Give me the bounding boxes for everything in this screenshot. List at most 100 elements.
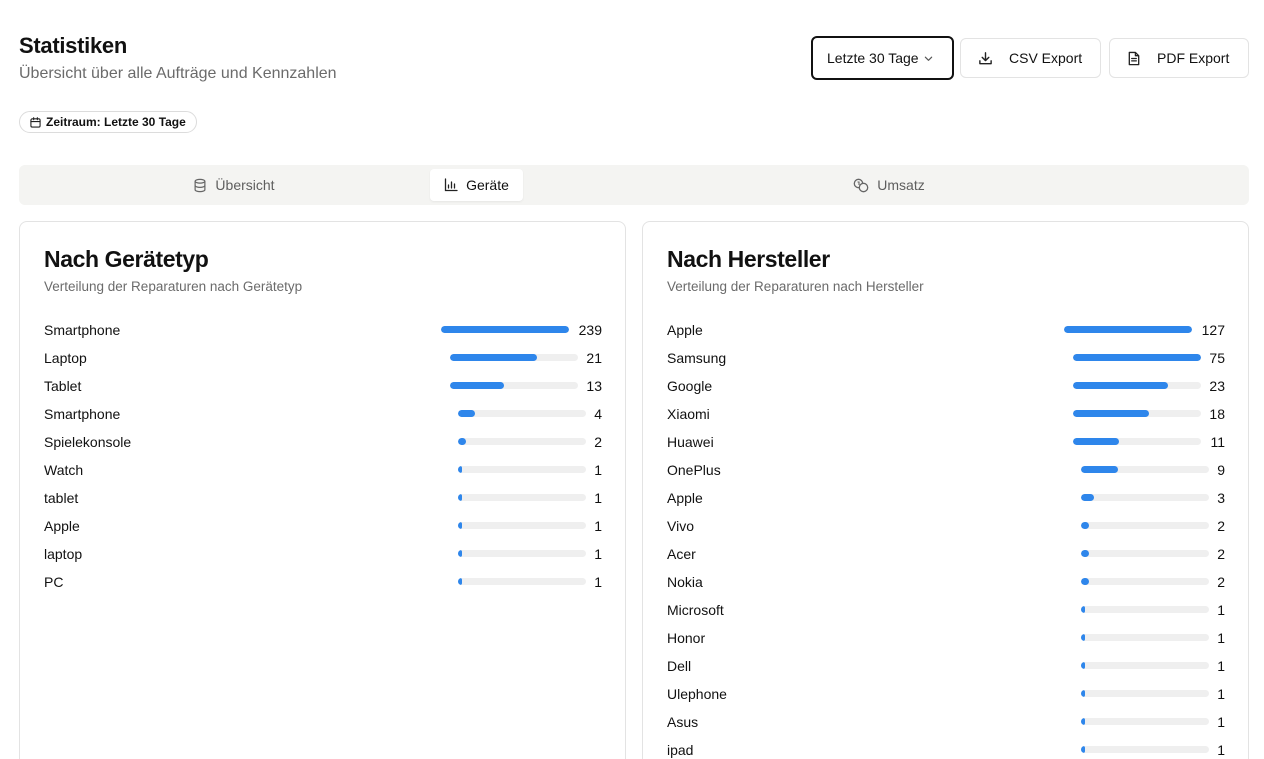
list-item: Dell 1 <box>667 656 1225 676</box>
progress-bar <box>457 522 586 529</box>
row-value: 18 <box>1209 406 1225 422</box>
date-range-select[interactable]: Letzte 30 Tage <box>811 36 954 80</box>
row-value: 1 <box>594 574 602 590</box>
row-value: 1 <box>594 546 602 562</box>
list-item: Xiaomi 18 <box>667 404 1225 424</box>
list-item: Asus 1 <box>667 712 1225 732</box>
row-value: 2 <box>594 434 602 450</box>
row-label: Vivo <box>667 518 694 534</box>
row-value: 1 <box>1217 630 1225 646</box>
progress-bar <box>1080 578 1209 585</box>
row-label: OnePlus <box>667 462 721 478</box>
row-label: laptop <box>44 546 83 562</box>
progress-bar <box>1080 718 1209 725</box>
row-label: ipad <box>667 742 694 758</box>
row-label: Watch <box>44 462 84 478</box>
csv-export-button[interactable]: CSV Export <box>960 38 1101 78</box>
list-item: Ulephone 1 <box>667 684 1225 704</box>
progress-fill <box>1080 746 1085 753</box>
row-value: 75 <box>1209 350 1225 366</box>
row-label: Honor <box>667 630 706 646</box>
progress-fill <box>1080 578 1089 585</box>
progress-bar <box>1064 326 1193 333</box>
progress-fill <box>1080 690 1085 697</box>
list-item: Nokia 2 <box>667 572 1225 592</box>
bar-chart-icon <box>444 178 458 192</box>
card-title: Nach Gerätetyp <box>44 246 209 272</box>
row-label: Smartphone <box>44 322 121 338</box>
row-value: 23 <box>1209 378 1225 394</box>
row-value: 2 <box>1217 546 1225 562</box>
tab-overview-label: Übersicht <box>215 177 275 193</box>
progress-bar <box>1080 550 1209 557</box>
progress-fill <box>457 578 462 585</box>
tab-revenue-label: Umsatz <box>877 177 925 193</box>
row-label: Spielekonsole <box>44 434 132 450</box>
list-item: Google 23 <box>667 376 1225 396</box>
progress-fill <box>457 466 462 473</box>
row-label: Samsung <box>667 350 727 366</box>
row-label: tablet <box>44 490 79 506</box>
list-item: Microsoft 1 <box>667 600 1225 620</box>
row-label: Huawei <box>667 434 714 450</box>
list-item: Smartphone 4 <box>44 404 602 424</box>
row-label: Apple <box>44 518 80 534</box>
row-label: Microsoft <box>667 602 724 618</box>
progress-fill <box>1072 382 1168 389</box>
device-type-card: Nach Gerätetyp Verteilung der Reparature… <box>19 221 626 759</box>
progress-fill <box>1080 466 1118 473</box>
tab-devices[interactable]: Geräte <box>430 169 523 201</box>
progress-bar <box>1072 382 1201 389</box>
row-value: 1 <box>1217 658 1225 674</box>
list-item: Huawei 11 <box>667 432 1225 452</box>
row-value: 2 <box>1217 518 1225 534</box>
card-title: Nach Hersteller <box>667 246 830 272</box>
progress-fill <box>1080 550 1089 557</box>
progress-fill <box>1072 354 1201 361</box>
row-value: 1 <box>1217 714 1225 730</box>
progress-bar <box>1080 634 1209 641</box>
list-item: Honor 1 <box>667 628 1225 648</box>
row-value: 3 <box>1217 490 1225 506</box>
progress-bar <box>1080 746 1209 753</box>
tab-revenue[interactable]: Umsatz <box>819 169 959 201</box>
row-value: 127 <box>1201 322 1225 338</box>
list-item: Acer 2 <box>667 544 1225 564</box>
row-value: 9 <box>1217 462 1225 478</box>
row-value: 13 <box>586 378 602 394</box>
progress-bar <box>1080 494 1209 501</box>
row-label: Asus <box>667 714 699 730</box>
row-value: 1 <box>1217 686 1225 702</box>
row-label: Google <box>667 378 713 394</box>
csv-export-label: CSV Export <box>1009 50 1083 66</box>
progress-bar <box>457 466 586 473</box>
tab-overview[interactable]: Übersicht <box>169 169 299 201</box>
list-item: tablet 1 <box>44 488 602 508</box>
progress-fill <box>441 326 570 333</box>
pdf-export-label: PDF Export <box>1157 50 1230 66</box>
coins-icon <box>853 178 869 192</box>
row-value: 21 <box>586 350 602 366</box>
row-label: Apple <box>667 322 703 338</box>
list-item: Samsung 75 <box>667 348 1225 368</box>
date-range-value: Letzte 30 Tage <box>827 50 919 66</box>
row-value: 1 <box>1217 602 1225 618</box>
progress-fill <box>457 550 462 557</box>
progress-bar <box>441 326 570 333</box>
progress-bar <box>1080 606 1209 613</box>
list-item: ipad 1 <box>667 740 1225 759</box>
page-subtitle: Übersicht über alle Aufträge und Kennzah… <box>19 65 337 82</box>
calendar-icon <box>30 116 41 128</box>
pdf-export-button[interactable]: PDF Export <box>1109 38 1249 78</box>
progress-fill <box>449 382 504 389</box>
row-label: Smartphone <box>44 406 121 422</box>
progress-bar <box>457 494 586 501</box>
row-value: 4 <box>594 406 602 422</box>
tab-devices-label: Geräte <box>466 177 509 193</box>
row-label: Ulephone <box>667 686 727 702</box>
list-item: Laptop 21 <box>44 348 602 368</box>
row-value: 239 <box>578 322 602 338</box>
progress-fill <box>1080 606 1085 613</box>
list-item: OnePlus 9 <box>667 460 1225 480</box>
row-label: Laptop <box>44 350 87 366</box>
